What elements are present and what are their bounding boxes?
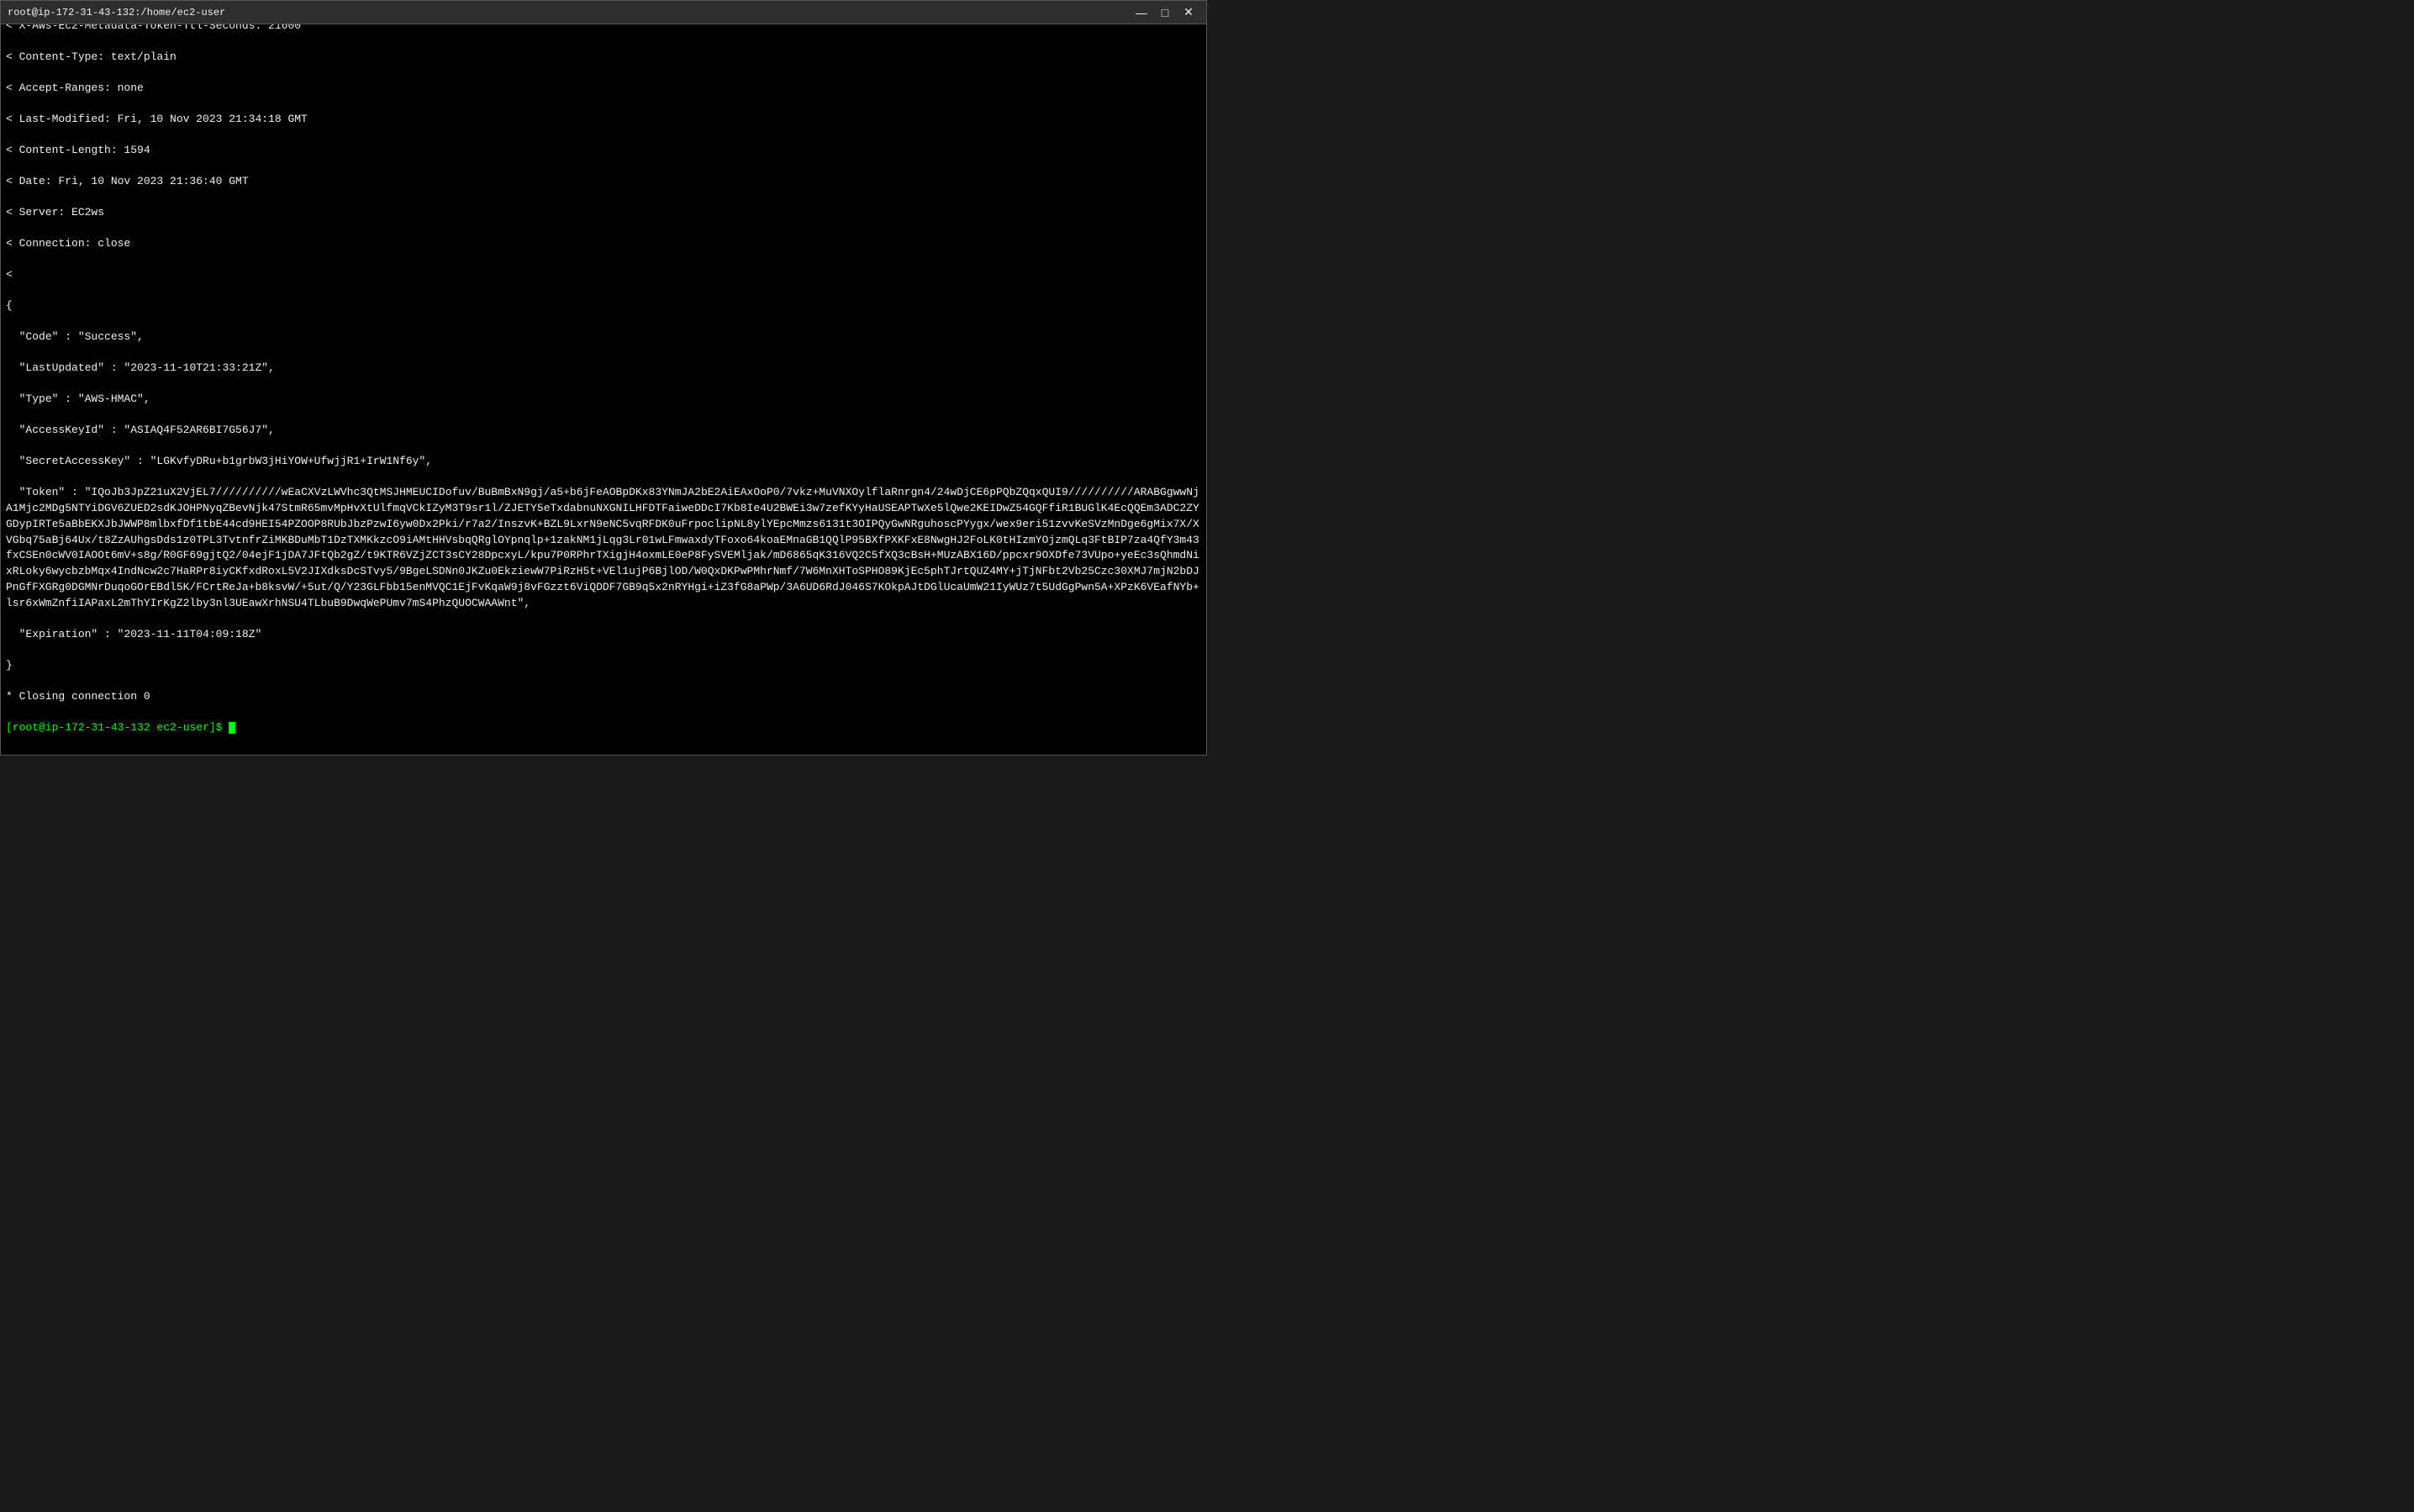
- terminal-line: "Token" : "IQoJb3JpZ21uX2VjEL7//////////…: [6, 485, 1201, 612]
- window-title: root@ip-172-31-43-132:/home/ec2-user: [8, 7, 225, 18]
- window-controls: — □ ✕: [1131, 4, 1199, 21]
- terminal-line: < Content-Length: 1594: [6, 143, 1201, 159]
- terminal-line: < Accept-Ranges: none: [6, 81, 1201, 97]
- terminal-window: root@ip-172-31-43-132:/home/ec2-user — □…: [0, 0, 1207, 756]
- terminal-line: "LastUpdated" : "2023-11-10T21:33:21Z",: [6, 361, 1201, 377]
- close-button[interactable]: ✕: [1178, 4, 1199, 21]
- terminal-line: < X-Aws-Ec2-Metadata-Token-Ttl-Seconds: …: [6, 24, 1201, 34]
- minimize-button[interactable]: —: [1131, 4, 1152, 21]
- title-bar-left: root@ip-172-31-43-132:/home/ec2-user: [8, 7, 225, 18]
- title-bar: root@ip-172-31-43-132:/home/ec2-user — □…: [1, 1, 1206, 24]
- terminal-cursor: [229, 722, 235, 734]
- terminal-line: }: [6, 658, 1201, 674]
- terminal-line: [root@ip-172-31-43-132 ec2-user]$: [6, 720, 1201, 736]
- maximize-button[interactable]: □: [1154, 4, 1176, 21]
- terminal-line: * Closing connection 0: [6, 689, 1201, 705]
- terminal-line: <: [6, 267, 1201, 283]
- terminal-line: < Server: EC2ws: [6, 205, 1201, 221]
- terminal-line: < Date: Fri, 10 Nov 2023 21:36:40 GMT: [6, 174, 1201, 190]
- terminal-line: < Last-Modified: Fri, 10 Nov 2023 21:34:…: [6, 112, 1201, 128]
- terminal-line: "SecretAccessKey" : "LGKvfyDRu+b1grbW3jH…: [6, 454, 1201, 470]
- terminal-output[interactable]: [root@ip-172-31-43-132 ec2-user]# TOKEN=…: [1, 24, 1206, 755]
- terminal-line: {: [6, 298, 1201, 314]
- terminal-line: < Content-Type: text/plain: [6, 50, 1201, 66]
- terminal-line: "AccessKeyId" : "ASIAQ4F52AR6BI7G56J7",: [6, 423, 1201, 439]
- terminal-line: "Type" : "AWS-HMAC",: [6, 392, 1201, 408]
- terminal-line: "Expiration" : "2023-11-11T04:09:18Z": [6, 627, 1201, 643]
- terminal-line: "Code" : "Success",: [6, 329, 1201, 345]
- terminal-line: < Connection: close: [6, 236, 1201, 252]
